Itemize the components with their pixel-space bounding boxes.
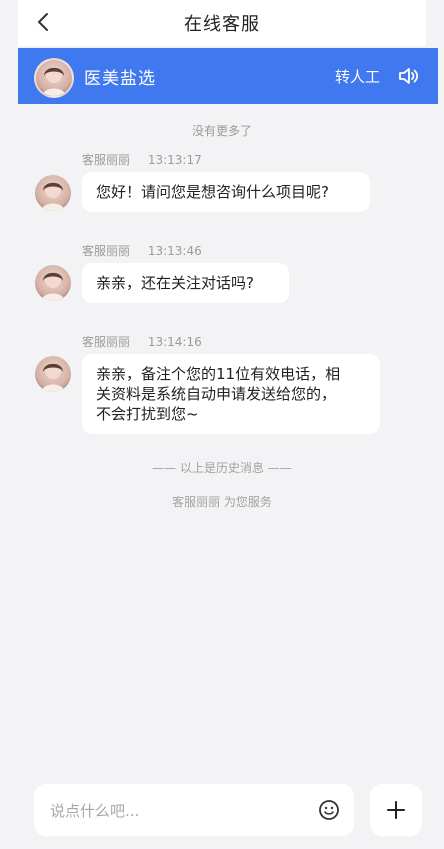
no-more-text: 没有更多了 xyxy=(191,124,252,138)
plus-icon xyxy=(387,801,405,819)
brand-name: 医美盐选 xyxy=(84,69,156,89)
message-input-container xyxy=(34,784,354,838)
message-input[interactable] xyxy=(48,784,302,838)
message-time: 13:13:17 xyxy=(147,153,202,167)
message-bubble: 亲亲，还在关注对话吗? xyxy=(82,263,289,303)
history-divider: —— 以上是历史消息 —— xyxy=(152,461,292,475)
brand-bar: 医美盐选 转人工 xyxy=(18,48,438,104)
emoji-icon xyxy=(319,800,339,820)
message-text-line: 不会打扰到您~ xyxy=(96,405,199,423)
transfer-human-button[interactable]: 转人工 xyxy=(335,66,380,87)
avatar-face-icon xyxy=(41,363,65,392)
avatar-face-icon xyxy=(42,67,66,96)
message-sender: 客服丽丽 xyxy=(82,335,131,349)
plus-button[interactable] xyxy=(370,784,422,836)
message-text-line: 关资料是系统自动申请发送给您的， xyxy=(96,385,337,403)
top-bar: 在线客服 xyxy=(18,0,426,46)
speaker-icon xyxy=(399,68,419,84)
agent-avatar xyxy=(35,356,71,392)
agent-avatar xyxy=(35,175,71,211)
message-text: 亲亲，还在关注对话吗? xyxy=(96,274,254,292)
message-bubble: 亲亲，备注个您的11位有效电话，相 关资料是系统自动申请发送给您的， 不会打扰到… xyxy=(82,354,380,434)
agent-avatar xyxy=(35,265,71,301)
message-time: 13:13:46 xyxy=(147,244,202,258)
message-time: 13:14:16 xyxy=(147,335,202,349)
message-sender: 客服丽丽 xyxy=(82,153,131,167)
message-meta: 客服丽丽 13:13:46 xyxy=(82,242,202,259)
page-title: 在线客服 xyxy=(184,14,260,35)
message-text-line: 亲亲，备注个您的11位有效电话，相 xyxy=(96,365,341,383)
emoji-button[interactable] xyxy=(318,799,340,821)
avatar-face-icon xyxy=(41,182,65,211)
message-bubble: 您好！请问您是想咨询什么项目呢? xyxy=(82,172,370,212)
message-meta: 客服丽丽 13:14:16 xyxy=(82,333,202,350)
speaker-button[interactable] xyxy=(396,64,420,88)
chat-page: 在线客服 医美盐选 转人工 没有更多了 客服丽丽 13:13:17 您好！请问您… xyxy=(0,0,444,849)
brand-avatar xyxy=(34,58,74,98)
message-text: 您好！请问您是想咨询什么项目呢? xyxy=(96,183,329,201)
service-note: 客服丽丽 为您服务 xyxy=(172,495,272,509)
message-sender: 客服丽丽 xyxy=(82,244,131,258)
message-meta: 客服丽丽 13:13:17 xyxy=(82,151,202,168)
chat-area: 没有更多了 客服丽丽 13:13:17 您好！请问您是想咨询什么项目呢? 客服丽… xyxy=(0,104,444,753)
avatar-face-icon xyxy=(41,272,65,301)
